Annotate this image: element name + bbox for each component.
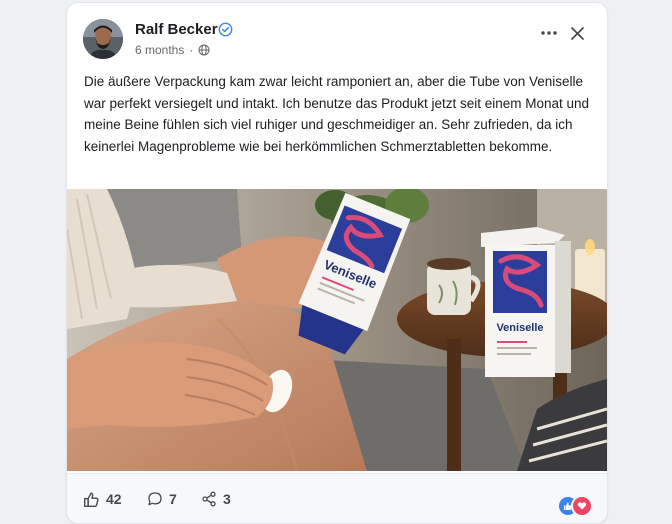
author-name[interactable]: Ralf Becker [135,21,218,38]
share-icon [202,491,216,507]
close-icon [570,26,584,40]
comment-button[interactable]: 7 [147,488,177,510]
verified-badge-icon [218,22,233,37]
comment-count: 7 [169,491,177,507]
box-brand-label: Veniselle [496,322,543,334]
post-actions-bar: 42 7 3 [67,473,607,523]
love-reaction-icon[interactable] [571,495,593,517]
globe-icon [198,44,210,56]
share-button[interactable]: 3 [201,488,231,510]
more-options-button[interactable] [537,21,561,45]
post-card: Ralf Becker 6 months · Die äußere Verpac… [66,2,608,524]
post-photo[interactable]: Veniselle Veniselle [67,189,607,471]
like-count: 42 [106,491,122,507]
close-button[interactable] [565,21,589,45]
author-avatar[interactable] [83,19,123,59]
like-button[interactable]: 42 [83,488,122,510]
post-timestamp[interactable]: 6 months [135,43,184,57]
meta-separator: · [189,43,194,57]
share-count: 3 [223,491,231,507]
more-horizontal-icon [541,31,557,35]
post-text: Die äußere Verpackung kam zwar leicht ra… [84,74,590,154]
post-meta: 6 months · [135,43,210,57]
product-box: Veniselle [481,227,571,377]
post-header: Ralf Becker 6 months · [67,3,607,67]
comment-icon [148,492,162,506]
thumbs-up-icon [84,491,99,507]
